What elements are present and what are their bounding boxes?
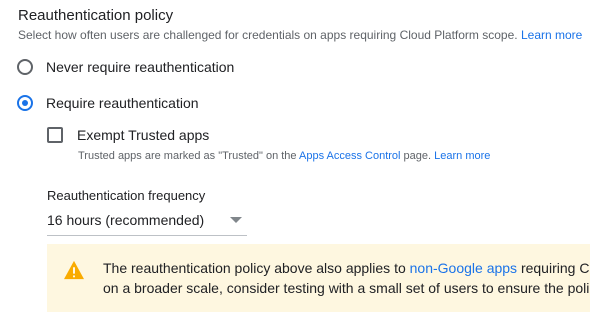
exempt-trusted-apps-checkbox[interactable] — [47, 127, 63, 143]
learn-more-link[interactable]: Learn more — [521, 28, 582, 42]
apps-access-control-link[interactable]: Apps Access Control — [299, 150, 401, 162]
notice-line-1: The reauthentication policy above also a… — [103, 260, 590, 276]
require-reauth-radio[interactable] — [17, 95, 33, 111]
never-reauth-radio[interactable] — [17, 59, 33, 75]
section-description-text: Select how often users are challenged fo… — [18, 28, 518, 42]
never-reauth-option[interactable]: Never require reauthentication — [17, 56, 234, 78]
exempt-learn-more-link[interactable]: Learn more — [434, 150, 490, 162]
notice-line-1-suffix: requiring Cl — [517, 260, 590, 276]
never-reauth-label: Never require reauthentication — [46, 59, 235, 75]
require-reauth-option[interactable]: Require reauthentication — [17, 92, 199, 114]
warning-icon — [64, 260, 84, 280]
exempt-help-suffix: page. — [400, 150, 432, 162]
frequency-select[interactable]: 16 hours (recommended) — [47, 210, 247, 236]
reauthentication-policy-panel: Reauthentication policy Select how often… — [0, 0, 590, 328]
notice-line-1-prefix: The reauthentication policy above also a… — [103, 260, 410, 276]
dropdown-arrow-icon — [230, 217, 242, 223]
section-title: Reauthentication policy — [18, 7, 174, 24]
warning-notice: The reauthentication policy above also a… — [47, 244, 590, 312]
frequency-label: Reauthentication frequency — [47, 188, 206, 203]
exempt-trusted-apps-option[interactable]: Exempt Trusted apps — [47, 124, 209, 146]
frequency-select-value: 16 hours (recommended) — [47, 212, 205, 228]
section-description: Select how often users are challenged fo… — [18, 28, 582, 42]
non-google-apps-link[interactable]: non-Google apps — [410, 260, 517, 276]
notice-line-2: on a broader scale, consider testing wit… — [103, 280, 590, 296]
require-reauth-label: Require reauthentication — [46, 95, 199, 111]
exempt-trusted-apps-label: Exempt Trusted apps — [77, 127, 210, 143]
exempt-help-prefix: Trusted apps are marked as "Trusted" on … — [78, 150, 299, 162]
exempt-help-text: Trusted apps are marked as "Trusted" on … — [78, 150, 490, 162]
